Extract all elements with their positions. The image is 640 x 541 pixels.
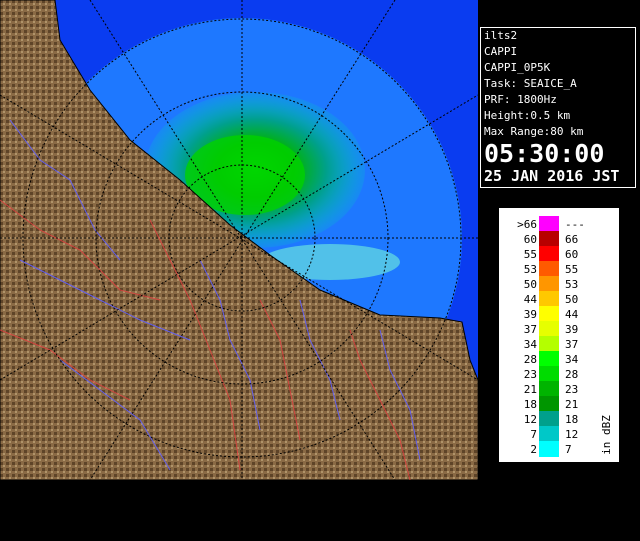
legend-row: 53 55 [499, 261, 621, 277]
legend-row: 18 21 [499, 396, 621, 412]
date-display: 25 JAN 2016 JST [484, 167, 620, 185]
legend-row: 37 39 [499, 321, 621, 337]
legend-lower-bound: 44 [523, 293, 537, 306]
legend-lower-bound: 21 [523, 383, 537, 396]
legend-upper-bound: 7 [565, 443, 572, 456]
radar-map-svg [0, 0, 478, 480]
legend-row: 28 34 [499, 351, 621, 367]
legend-swatch [539, 441, 559, 457]
legend-upper-bound: 66 [565, 233, 579, 246]
legend-lower-bound: 55 [523, 248, 537, 261]
legend-upper-bound: 44 [565, 308, 579, 321]
legend-row: 55 60 [499, 246, 621, 262]
legend-upper-bound: 50 [565, 293, 579, 306]
height-value: Height:0.5 km [484, 109, 571, 122]
legend-lower-bound: 18 [523, 398, 537, 411]
legend-row: 39 44 [499, 306, 621, 322]
legend-swatch [539, 291, 559, 307]
legend-lower-bound: 50 [523, 278, 537, 291]
legend-swatch [539, 231, 559, 247]
legend-lower-bound: 34 [523, 338, 537, 351]
max-range-value: Max Range:80 km [484, 125, 584, 138]
product-type: CAPPI [484, 45, 518, 58]
legend-title: Reflectivity in dBZ [600, 415, 613, 541]
color-legend: >66 --- 60 66 55 60 53 55 50 53 44 50 39 44 37 39 34 37 28… [498, 207, 621, 541]
legend-lower-bound: 7 [530, 428, 537, 441]
time-display: 05:30:00 [484, 139, 605, 168]
legend-swatch [539, 216, 559, 232]
legend-swatch [539, 426, 559, 442]
legend-upper-bound: 18 [565, 413, 579, 426]
info-panel: ilts2 CAPPI CAPPI_0P5K Task: SEAICE_A PR… [480, 27, 636, 188]
legend-lower-bound: >66 [517, 218, 537, 231]
legend-swatch [539, 306, 559, 322]
legend-row: 60 66 [499, 231, 621, 247]
legend-lower-bound: 23 [523, 368, 537, 381]
legend-swatch [539, 246, 559, 262]
legend-row: >66 --- [499, 216, 621, 232]
legend-upper-bound: 34 [565, 353, 579, 366]
legend-swatch [539, 411, 559, 427]
legend-lower-bound: 28 [523, 353, 537, 366]
legend-row: 23 28 [499, 366, 621, 382]
legend-lower-bound: 53 [523, 263, 537, 276]
legend-upper-bound: --- [565, 218, 585, 231]
legend-swatch [539, 351, 559, 367]
legend-swatch [539, 261, 559, 277]
radar-map [0, 0, 478, 480]
legend-row: 44 50 [499, 291, 621, 307]
legend-upper-bound: 55 [565, 263, 579, 276]
legend-upper-bound: 53 [565, 278, 579, 291]
legend-swatch [539, 396, 559, 412]
legend-swatch [539, 321, 559, 337]
legend-swatch [539, 276, 559, 292]
task-name: Task: SEAICE_A [484, 77, 577, 90]
legend-row: 34 37 [499, 336, 621, 352]
legend-row: 21 23 [499, 381, 621, 397]
legend-lower-bound: 39 [523, 308, 537, 321]
legend-upper-bound: 28 [565, 368, 579, 381]
legend-swatch [539, 336, 559, 352]
legend-lower-bound: 2 [530, 443, 537, 456]
site-name: ilts2 [484, 29, 518, 42]
legend-upper-bound: 23 [565, 383, 579, 396]
legend-lower-bound: 12 [523, 413, 537, 426]
legend-lower-bound: 60 [523, 233, 537, 246]
prf-value: PRF: 1800Hz [484, 93, 557, 106]
legend-row: 50 53 [499, 276, 621, 292]
legend-upper-bound: 37 [565, 338, 579, 351]
legend-lower-bound: 37 [523, 323, 537, 336]
legend-swatch [539, 366, 559, 382]
product-name: CAPPI_0P5K [484, 61, 551, 74]
legend-upper-bound: 60 [565, 248, 579, 261]
legend-swatch [539, 381, 559, 397]
legend-upper-bound: 21 [565, 398, 579, 411]
legend-upper-bound: 12 [565, 428, 579, 441]
legend-upper-bound: 39 [565, 323, 579, 336]
